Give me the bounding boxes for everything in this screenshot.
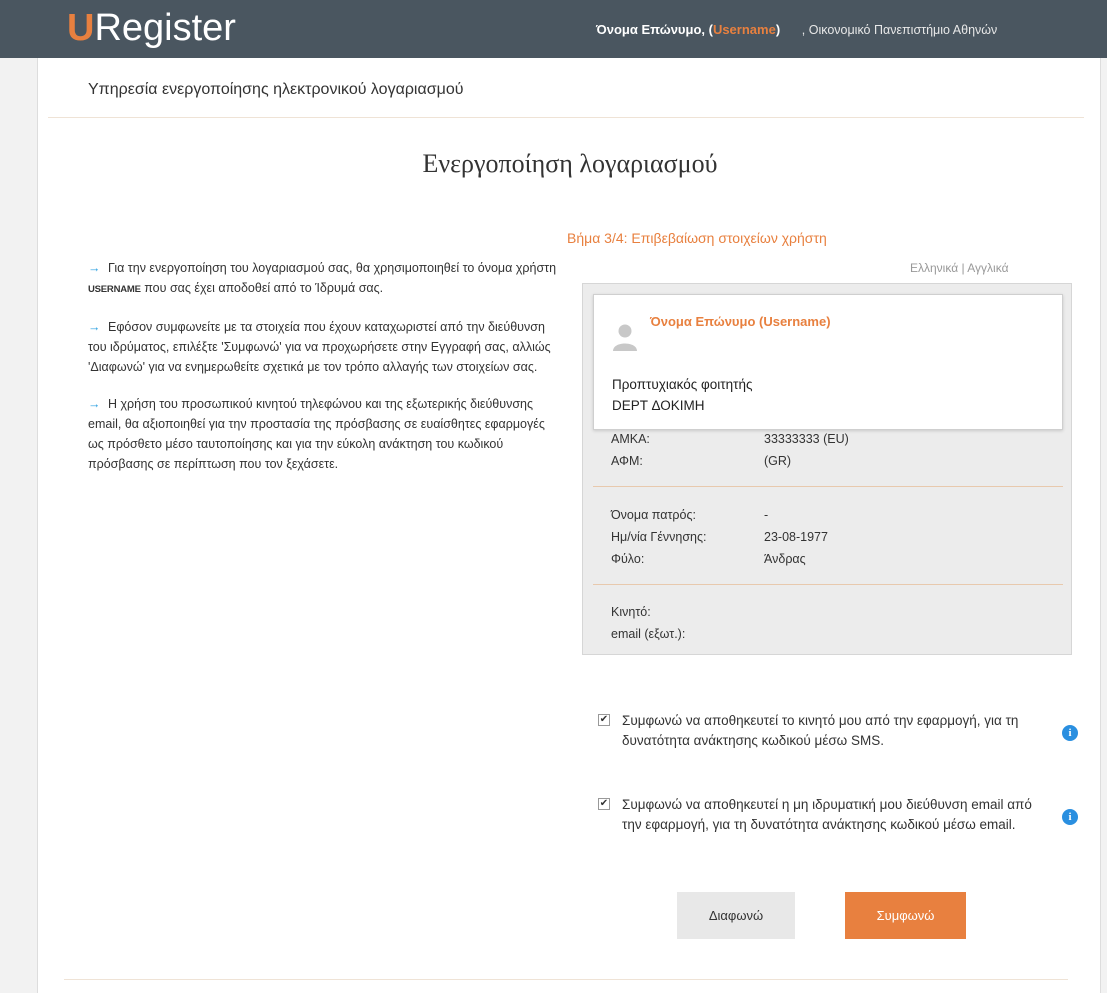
check-icon: ✔: [599, 798, 609, 809]
afm-label: ΑΦΜ:: [611, 454, 643, 468]
card-role: Προπτυχιακός φοιτητής: [612, 377, 753, 392]
page-content: Υπηρεσία ενεργοποίησης ηλεκτρονικού λογα…: [37, 58, 1101, 993]
consent-email-checkbox[interactable]: ✔: [598, 798, 610, 810]
consent-email-text: Συμφωνώ να αποθηκευτεί η μη ιδρυματική μ…: [622, 797, 1032, 832]
arrow-right-icon: →: [88, 261, 101, 275]
divider-top: [48, 117, 1084, 118]
gender-value: Άνδρας: [764, 552, 806, 566]
consent-sms-text: Συμφωνώ να αποθηκευτεί το κινητό μου από…: [622, 713, 1019, 748]
service-title: Υπηρεσία ενεργοποίησης ηλεκτρονικού λογα…: [88, 81, 464, 98]
consent-sms-checkbox[interactable]: ✔: [598, 714, 610, 726]
afm-value: (GR): [764, 454, 792, 468]
external-email-label: email (εξωτ.):: [611, 627, 686, 641]
agree-button[interactable]: Συμφωνώ: [845, 892, 966, 939]
card-department: DEPT ΔΟΚΙΜΗ: [612, 398, 705, 413]
language-english-link[interactable]: Αγγλικά: [967, 261, 1008, 275]
user-info: Όνομα Επώνυμο, (Username) , Οικονομικό Π…: [596, 22, 998, 37]
language-switcher: Ελληνικά | Αγγλικά: [910, 261, 1009, 275]
mobile-label: Κινητό:: [611, 605, 651, 619]
language-greek-link[interactable]: Ελληνικά: [910, 261, 958, 275]
page-title: Ενεργοποίηση λογαριασμού: [422, 149, 718, 178]
user-avatar-icon: [613, 324, 637, 351]
arrow-right-icon: →: [88, 320, 101, 334]
birth-date-label: Ημ/νία Γέννησης:: [611, 530, 707, 544]
card-user-name: Όνομα Επώνυμο (Username): [650, 314, 831, 329]
divider: [593, 486, 1063, 487]
consent-email: ✔ Συμφωνώ να αποθηκευτεί η μη ιδρυματική…: [598, 795, 1078, 859]
info-icon[interactable]: i: [1062, 809, 1078, 825]
user-card: Όνομα Επώνυμο (Username) Προπτυχιακός φο…: [593, 294, 1063, 430]
gender-label: Φύλο:: [611, 552, 645, 566]
consent-sms: ✔ Συμφωνώ να αποθηκευτεί το κινητό μου α…: [598, 711, 1078, 775]
father-name-label: Όνομα πατρός:: [611, 508, 696, 522]
top-bar: URegister Όνομα Επώνυμο, (Username) , Οι…: [0, 0, 1107, 58]
header-username: Username: [712, 22, 776, 37]
instructions: → Για την ενεργοποίηση του λογαριασμού σ…: [88, 258, 558, 491]
app-logo[interactable]: URegister: [67, 4, 236, 52]
instruction-2: → Εφόσον συμφωνείτε με τα στοιχεία που έ…: [88, 320, 551, 374]
amka-label: ΑΜΚΑ:: [611, 432, 650, 446]
info-icon[interactable]: i: [1062, 725, 1078, 741]
arrow-right-icon: →: [88, 397, 101, 411]
instruction-3: → Η χρήση του προσωπικού κινητού τηλεφών…: [88, 397, 545, 471]
instruction-1: → Για την ενεργοποίηση του λογαριασμού σ…: [88, 261, 557, 295]
divider-bottom: [64, 979, 1068, 980]
institution-name: , Οικονομικό Πανεπιστήμιο Αθηνών: [801, 23, 998, 37]
disagree-button[interactable]: Διαφωνώ: [677, 892, 795, 939]
user-details-panel: Όνομα Επώνυμο (Username) Προπτυχιακός φο…: [582, 283, 1072, 655]
step-title: Βήμα 3/4: Επιβεβαίωση στοιχείων χρήστη: [567, 230, 827, 246]
check-icon: ✔: [599, 714, 609, 725]
divider: [593, 584, 1063, 585]
birth-date-value: 23-08-1977: [764, 530, 828, 544]
father-name-value: -: [764, 508, 769, 522]
amka-value: 33333333 (EU): [764, 432, 849, 446]
